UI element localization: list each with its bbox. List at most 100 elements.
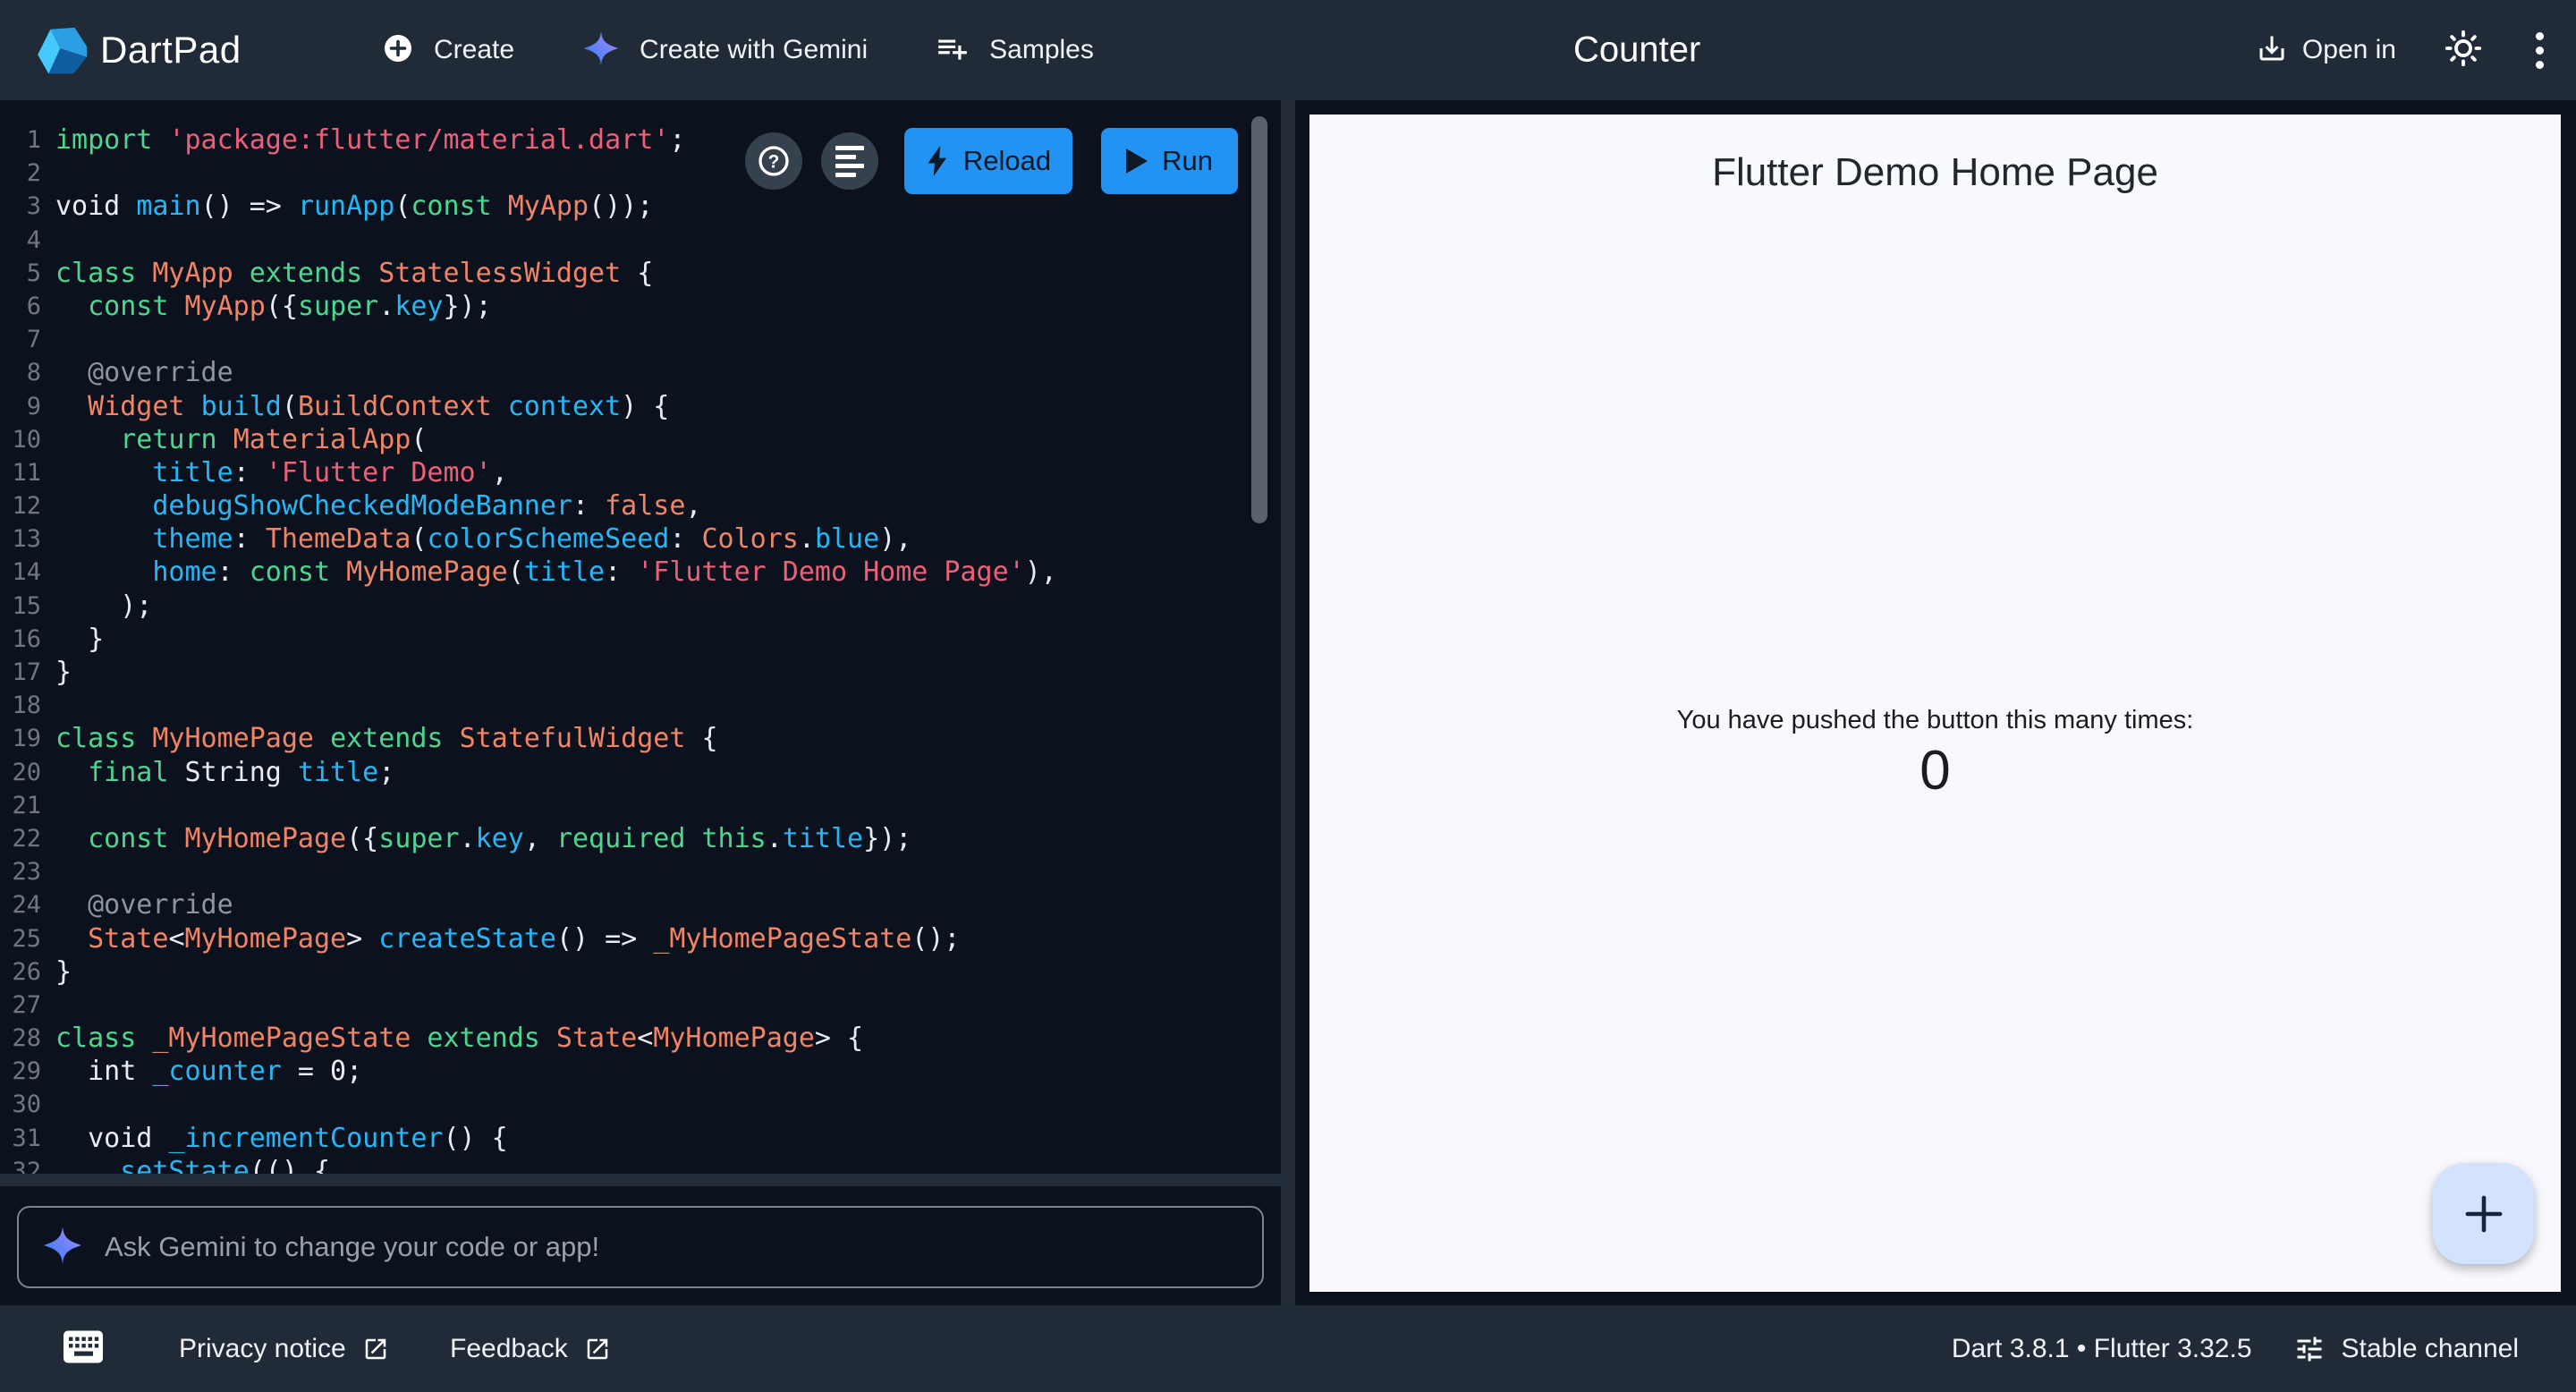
privacy-notice-link[interactable]: Privacy notice [179, 1305, 389, 1392]
code-line[interactable]: 13 theme: ThemeData(colorSchemeSeed: Col… [0, 522, 1281, 556]
theme-toggle-button[interactable] [2443, 28, 2484, 73]
counter-label: You have pushed the button this many tim… [1309, 702, 2561, 738]
samples-label: Samples [989, 35, 1094, 65]
channel-selector[interactable]: Stable channel [2293, 1333, 2520, 1365]
app-header: DartPad Create Create with Gemini [0, 0, 2576, 100]
code-line[interactable]: 4 [0, 224, 1281, 257]
code-line[interactable]: 14 home: const MyHomePage(title: 'Flutte… [0, 556, 1281, 589]
overflow-menu-button[interactable] [2530, 27, 2549, 74]
plus-icon [2458, 1188, 2510, 1240]
code-line[interactable]: 16 } [0, 623, 1281, 656]
reload-button[interactable]: Reload [904, 128, 1072, 194]
code-line[interactable]: 9 Widget build(BuildContext context) { [0, 390, 1281, 423]
editor-toolbar: ? Reload Run [0, 128, 1281, 194]
code-line[interactable]: 23 [0, 855, 1281, 888]
line-number: 21 [0, 789, 41, 822]
flutter-app-surface: Flutter Demo Home Page You have pushed t… [1309, 115, 2561, 1292]
channel-label: Stable channel [2342, 1334, 2520, 1364]
code-line[interactable]: 6 const MyApp({super.key}); [0, 290, 1281, 323]
create-button[interactable]: Create [382, 32, 514, 69]
code-lines: 1import 'package:flutter/material.dart';… [0, 123, 1281, 1174]
privacy-label: Privacy notice [179, 1334, 346, 1364]
external-link-icon [584, 1336, 611, 1362]
line-number: 17 [0, 656, 41, 689]
format-button[interactable] [821, 132, 878, 190]
keyboard-shortcuts-button[interactable] [62, 1328, 105, 1369]
line-number: 15 [0, 590, 41, 623]
code-line[interactable]: 11 title: 'Flutter Demo', [0, 456, 1281, 489]
app-title: DartPad [100, 29, 242, 72]
svg-text:?: ? [768, 151, 780, 172]
code-line[interactable]: 30 [0, 1088, 1281, 1121]
header-actions: Open in [2256, 0, 2549, 100]
app-preview-pane: Flutter Demo Home Page You have pushed t… [1295, 100, 2576, 1305]
project-title: Counter [1573, 30, 1700, 71]
code-line[interactable]: 31 void _incrementCounter() { [0, 1122, 1281, 1155]
increment-fab[interactable] [2433, 1163, 2534, 1264]
code-line[interactable]: 19class MyHomePage extends StatefulWidge… [0, 722, 1281, 755]
dartpad-logo [33, 22, 89, 78]
code-line[interactable]: 28class _MyHomePageState extends State<M… [0, 1022, 1281, 1055]
code-line[interactable]: 3void main() => runApp(const MyApp()); [0, 190, 1281, 223]
line-number: 7 [0, 323, 41, 356]
line-number: 23 [0, 855, 41, 888]
add-circle-icon [382, 32, 414, 69]
line-number: 4 [0, 224, 41, 257]
code-line[interactable]: 10 return MaterialApp( [0, 423, 1281, 456]
tune-icon [2293, 1333, 2326, 1365]
play-icon [1126, 149, 1148, 174]
gemini-input-box[interactable] [17, 1206, 1264, 1288]
line-number: 32 [0, 1155, 41, 1174]
code-line[interactable]: 7 [0, 323, 1281, 356]
status-bar: Privacy notice Feedback Dart 3.8.1 • Flu… [0, 1305, 2576, 1392]
sparkle-input-icon [42, 1225, 83, 1270]
create-with-gemini-button[interactable]: Create with Gemini [582, 30, 868, 72]
code-line[interactable]: 8 @override [0, 356, 1281, 389]
code-editor[interactable]: 1import 'package:flutter/material.dart';… [0, 100, 1281, 1174]
gemini-bar [0, 1186, 1281, 1305]
samples-button[interactable]: Samples [936, 31, 1094, 70]
line-number: 8 [0, 356, 41, 389]
code-line[interactable]: 5class MyApp extends StatelessWidget { [0, 257, 1281, 290]
line-number: 13 [0, 522, 41, 556]
help-button[interactable]: ? [745, 132, 802, 190]
code-line[interactable]: 18 [0, 689, 1281, 722]
code-line[interactable]: 12 debugShowCheckedModeBanner: false, [0, 489, 1281, 522]
code-line[interactable]: 29 int _counter = 0; [0, 1055, 1281, 1088]
code-line[interactable]: 27 [0, 989, 1281, 1022]
code-line[interactable]: 22 const MyHomePage({super.key, required… [0, 822, 1281, 855]
code-line[interactable]: 21 [0, 789, 1281, 822]
code-line[interactable]: 32 setState(() { [0, 1155, 1281, 1174]
line-number: 25 [0, 922, 41, 955]
open-in-button[interactable]: Open in [2256, 32, 2396, 69]
create-label: Create [434, 35, 514, 65]
help-icon: ? [756, 143, 792, 179]
code-line[interactable]: 17} [0, 656, 1281, 689]
header-nav: Create Create with Gemini Samples [382, 0, 1094, 100]
line-number: 30 [0, 1088, 41, 1121]
overflow-menu-icon [2536, 32, 2544, 40]
line-number: 5 [0, 257, 41, 290]
create-with-gemini-label: Create with Gemini [640, 35, 868, 65]
line-number: 31 [0, 1122, 41, 1155]
open-in-label: Open in [2302, 35, 2396, 65]
code-line[interactable]: 26} [0, 955, 1281, 989]
line-number: 22 [0, 822, 41, 855]
code-line[interactable]: 20 final String title; [0, 756, 1281, 789]
format-icon [835, 146, 864, 177]
line-number: 28 [0, 1022, 41, 1055]
brightness-icon [2443, 28, 2484, 69]
counter-value: 0 [1309, 738, 2561, 804]
gemini-prompt-input[interactable] [105, 1231, 1244, 1263]
line-number: 12 [0, 489, 41, 522]
reload-label: Reload [963, 145, 1051, 177]
feedback-link[interactable]: Feedback [450, 1305, 611, 1392]
editor-scrollbar[interactable] [1251, 116, 1267, 523]
code-line[interactable]: 25 State<MyHomePage> createState() => _M… [0, 922, 1281, 955]
line-number: 9 [0, 390, 41, 423]
line-number: 10 [0, 423, 41, 456]
code-line[interactable]: 15 ); [0, 590, 1281, 623]
line-number: 24 [0, 888, 41, 921]
run-button[interactable]: Run [1101, 128, 1238, 194]
code-line[interactable]: 24 @override [0, 888, 1281, 921]
